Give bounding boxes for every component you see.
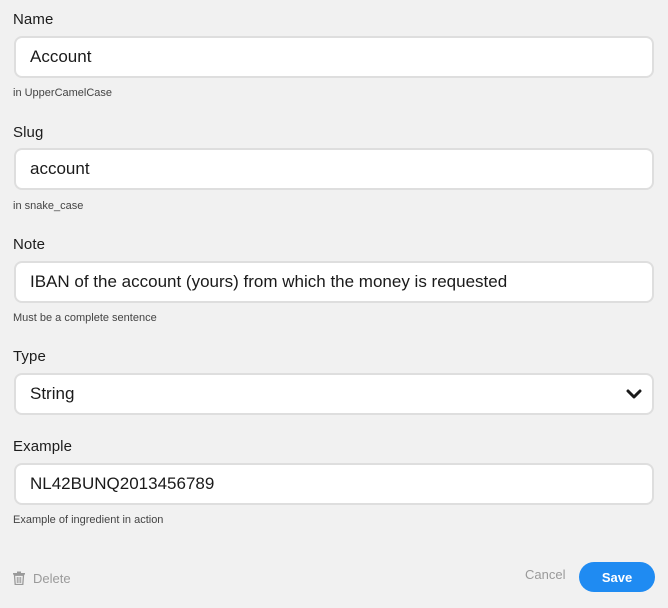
- name-hint: in UpperCamelCase: [13, 87, 113, 99]
- note-input[interactable]: [14, 261, 654, 303]
- slug-label: Slug: [13, 124, 44, 141]
- note-hint: Must be a complete sentence: [13, 312, 157, 324]
- name-label: Name: [13, 11, 54, 28]
- delete-label: Delete: [33, 570, 71, 586]
- slug-input[interactable]: [14, 148, 654, 190]
- name-input[interactable]: [14, 36, 654, 78]
- save-button[interactable]: Save: [579, 562, 655, 592]
- slug-hint: in snake_case: [13, 200, 84, 212]
- example-hint: Example of ingredient in action: [13, 514, 164, 526]
- note-label: Note: [13, 236, 46, 253]
- cancel-button[interactable]: Cancel: [525, 567, 565, 582]
- example-input[interactable]: [14, 463, 654, 505]
- ingredient-form: Name in UpperCamelCase Slug in snake_cas…: [0, 0, 668, 608]
- type-selected-value: String: [30, 384, 75, 403]
- type-label: Type: [13, 348, 46, 365]
- chevron-down-icon: [626, 389, 642, 399]
- example-label: Example: [13, 438, 73, 455]
- type-select[interactable]: String: [14, 373, 654, 415]
- trash-icon: [13, 571, 25, 585]
- delete-button[interactable]: Delete: [12, 568, 71, 588]
